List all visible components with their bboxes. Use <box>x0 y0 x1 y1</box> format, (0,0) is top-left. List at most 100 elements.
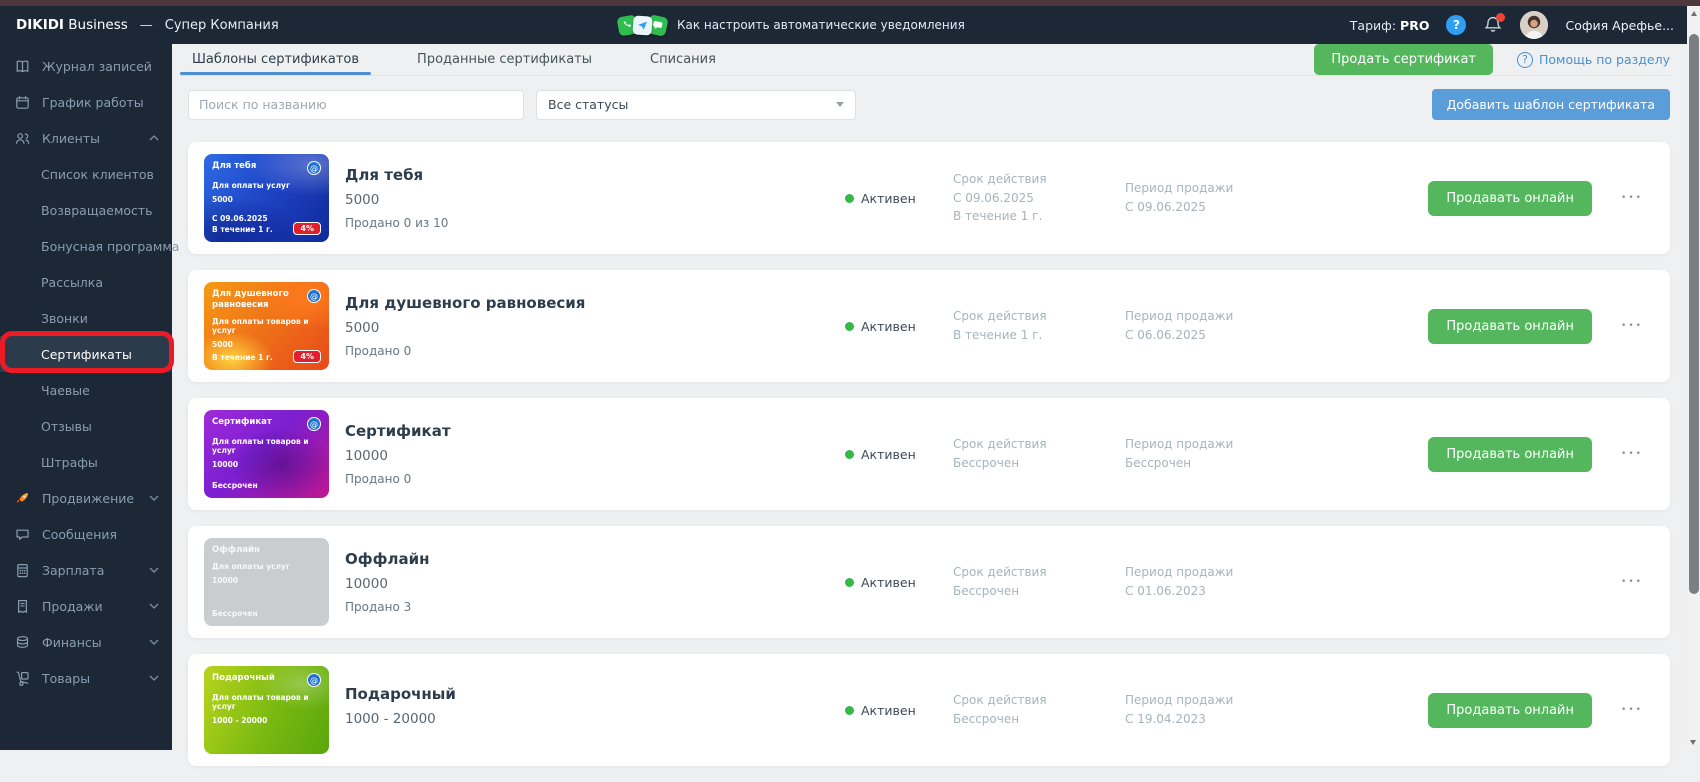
sidebar-item-bonus-program[interactable]: Бонусная программа <box>0 228 172 264</box>
certificate-thumbnail[interactable]: Оффлайн Для оплаты услуг 10000 Бессрочен <box>204 538 329 626</box>
validity-column: Срок действия Бессрочен <box>953 691 1125 728</box>
header-help-icon[interactable]: ? <box>1446 15 1466 35</box>
sell-online-button[interactable]: Продавать онлайн <box>1428 181 1592 216</box>
certificate-title: Подарочный <box>345 685 845 703</box>
sidebar-item-retention[interactable]: Возвращаемость <box>0 192 172 228</box>
filters-row: Все статусы Добавить шаблон сертификата <box>180 89 1670 120</box>
thumb-title: Для душевного равновесия <box>212 289 298 311</box>
notifications-promo-banner[interactable]: Как настроить автоматические уведомления <box>618 6 965 44</box>
more-options-icon[interactable]: ••• <box>1610 321 1654 331</box>
main-content: Шаблоны сертификатов Проданные сертифика… <box>172 44 1700 750</box>
certificate-title: Для тебя <box>345 166 845 184</box>
certificate-amount: 5000 <box>345 320 845 336</box>
calendar-icon <box>14 94 31 111</box>
promo-banner-text: Как настроить автоматические уведомления <box>677 18 965 32</box>
status-badge: Активен <box>845 447 953 462</box>
chevron-up-icon <box>149 135 159 141</box>
status-text: Активен <box>861 191 916 206</box>
thumb-title: Оффлайн <box>212 545 260 556</box>
thumb-amount: 5000 <box>212 195 321 204</box>
sidebar-item-mailing[interactable]: Рассылка <box>0 264 172 300</box>
sidebar-item-label: Товары <box>42 671 90 686</box>
sidebar-item-reviews[interactable]: Отзывы <box>0 408 172 444</box>
sidebar-item-calls[interactable]: Звонки <box>0 300 172 336</box>
thumb-subtitle: Для оплаты товаров и услуг <box>212 437 321 455</box>
sidebar-item-fines[interactable]: Штрафы <box>0 444 172 480</box>
sell-certificate-button[interactable]: Продать сертификат <box>1314 44 1493 75</box>
sale-period-value: С 06.06.2025 <box>1125 326 1335 345</box>
sidebar-item-messages[interactable]: Сообщения <box>0 516 172 552</box>
tariff-label[interactable]: Тариф: PRO <box>1350 18 1430 33</box>
certificate-amount: 10000 <box>345 448 845 464</box>
certificate-sold-count: Продано 0 из 10 <box>345 216 845 230</box>
status-dot <box>845 194 854 203</box>
sidebar-item-journal[interactable]: Журнал записей <box>0 48 172 84</box>
sidebar-item-client-list[interactable]: Список клиентов <box>0 156 172 192</box>
notifications-bell-icon[interactable] <box>1483 15 1503 35</box>
sidebar-item-goods[interactable]: Товары <box>0 660 172 696</box>
more-options-icon[interactable]: ••• <box>1610 705 1654 715</box>
sale-period-value: С 19.04.2023 <box>1125 710 1335 729</box>
status-dot <box>845 578 854 587</box>
chevron-down-icon <box>149 495 159 501</box>
thumb-amount: 10000 <box>212 460 321 469</box>
tab-certificate-templates[interactable]: Шаблоны сертификатов <box>186 44 365 75</box>
thumb-subtitle: Для оплаты товаров и услуг <box>212 693 321 711</box>
sidebar-item-label: Финансы <box>42 635 102 650</box>
sidebar-item-sales[interactable]: Продажи <box>0 588 172 624</box>
telegram-icon <box>632 15 652 35</box>
sale-period-value: Бессрочен <box>1125 454 1335 473</box>
sell-online-button[interactable]: Продавать онлайн <box>1428 437 1592 472</box>
sidebar-item-tips[interactable]: Чаевые <box>0 372 172 408</box>
section-help-link[interactable]: ? Помощь по разделу <box>1517 52 1670 68</box>
certificate-thumbnail[interactable]: Подарочный @ Для оплаты товаров и услуг … <box>204 666 329 754</box>
online-at-badge: @ <box>307 161 321 175</box>
sidebar-item-finance[interactable]: Финансы <box>0 624 172 660</box>
search-input[interactable] <box>188 90 524 120</box>
tab-writeoffs[interactable]: Списания <box>644 44 722 75</box>
sale-period-label: Период продажи <box>1125 435 1335 454</box>
page-scrollbar[interactable] <box>1687 6 1700 750</box>
status-filter-select[interactable]: Все статусы <box>536 90 856 120</box>
finance-icon <box>14 634 31 651</box>
sell-online-button[interactable]: Продавать онлайн <box>1428 693 1592 728</box>
sidebar-item-promotion[interactable]: Продвижение <box>0 480 172 516</box>
app-logo[interactable]: DIKIDI Business <box>16 17 128 33</box>
certificate-thumbnail[interactable]: Для тебя @ Для оплаты услуг 5000 С 09.06… <box>204 154 329 242</box>
company-name[interactable]: Супер Компания <box>165 18 279 33</box>
status-text: Активен <box>861 703 916 718</box>
more-options-icon[interactable]: ••• <box>1610 577 1654 587</box>
sidebar-item-certificates[interactable]: Сертификаты <box>0 336 172 372</box>
more-options-icon[interactable]: ••• <box>1610 449 1654 459</box>
sell-online-button[interactable]: Продавать онлайн <box>1428 309 1592 344</box>
sidebar-item-salary[interactable]: Зарплата <box>0 552 172 588</box>
sidebar-nav: Журнал записей График работы Клиенты Спи… <box>0 44 172 750</box>
certificate-title: Сертификат <box>345 422 845 440</box>
tab-bar: Шаблоны сертификатов Проданные сертифика… <box>180 44 1670 76</box>
chevron-down-icon <box>149 567 159 573</box>
sidebar-item-clients[interactable]: Клиенты <box>0 120 172 156</box>
certificate-thumbnail[interactable]: Для душевного равновесия @ Для оплаты то… <box>204 282 329 370</box>
certificate-thumbnail[interactable]: Сертификат @ Для оплаты товаров и услуг … <box>204 410 329 498</box>
thumb-validity-lines: Бессрочен <box>212 608 258 619</box>
validity-column: Срок действия Бессрочен <box>953 435 1125 472</box>
scrollbar-down-arrow[interactable] <box>1690 740 1696 745</box>
tab-sold-certificates[interactable]: Проданные сертификаты <box>411 44 598 75</box>
validity-value: В течение 1 г. <box>953 326 1125 345</box>
sales-icon <box>14 598 31 615</box>
scrollbar-up-arrow[interactable] <box>1691 11 1697 16</box>
sale-period-label: Период продажи <box>1125 307 1335 326</box>
certificate-sold-count: Продано 3 <box>345 600 845 614</box>
messenger-icons <box>618 16 667 35</box>
clients-icon <box>14 130 31 147</box>
thumb-subtitle: Для оплаты услуг <box>212 562 321 571</box>
certificate-amount: 5000 <box>345 192 845 208</box>
more-options-icon[interactable]: ••• <box>1610 193 1654 203</box>
scrollbar-thumb[interactable] <box>1689 34 1699 594</box>
add-certificate-template-button[interactable]: Добавить шаблон сертификата <box>1432 89 1670 120</box>
user-name[interactable]: София Арефье... <box>1565 18 1674 33</box>
certificate-row: Для тебя @ Для оплаты услуг 5000 С 09.06… <box>188 142 1670 254</box>
sidebar-item-schedule[interactable]: График работы <box>0 84 172 120</box>
status-dot <box>845 322 854 331</box>
user-avatar[interactable] <box>1520 11 1548 39</box>
